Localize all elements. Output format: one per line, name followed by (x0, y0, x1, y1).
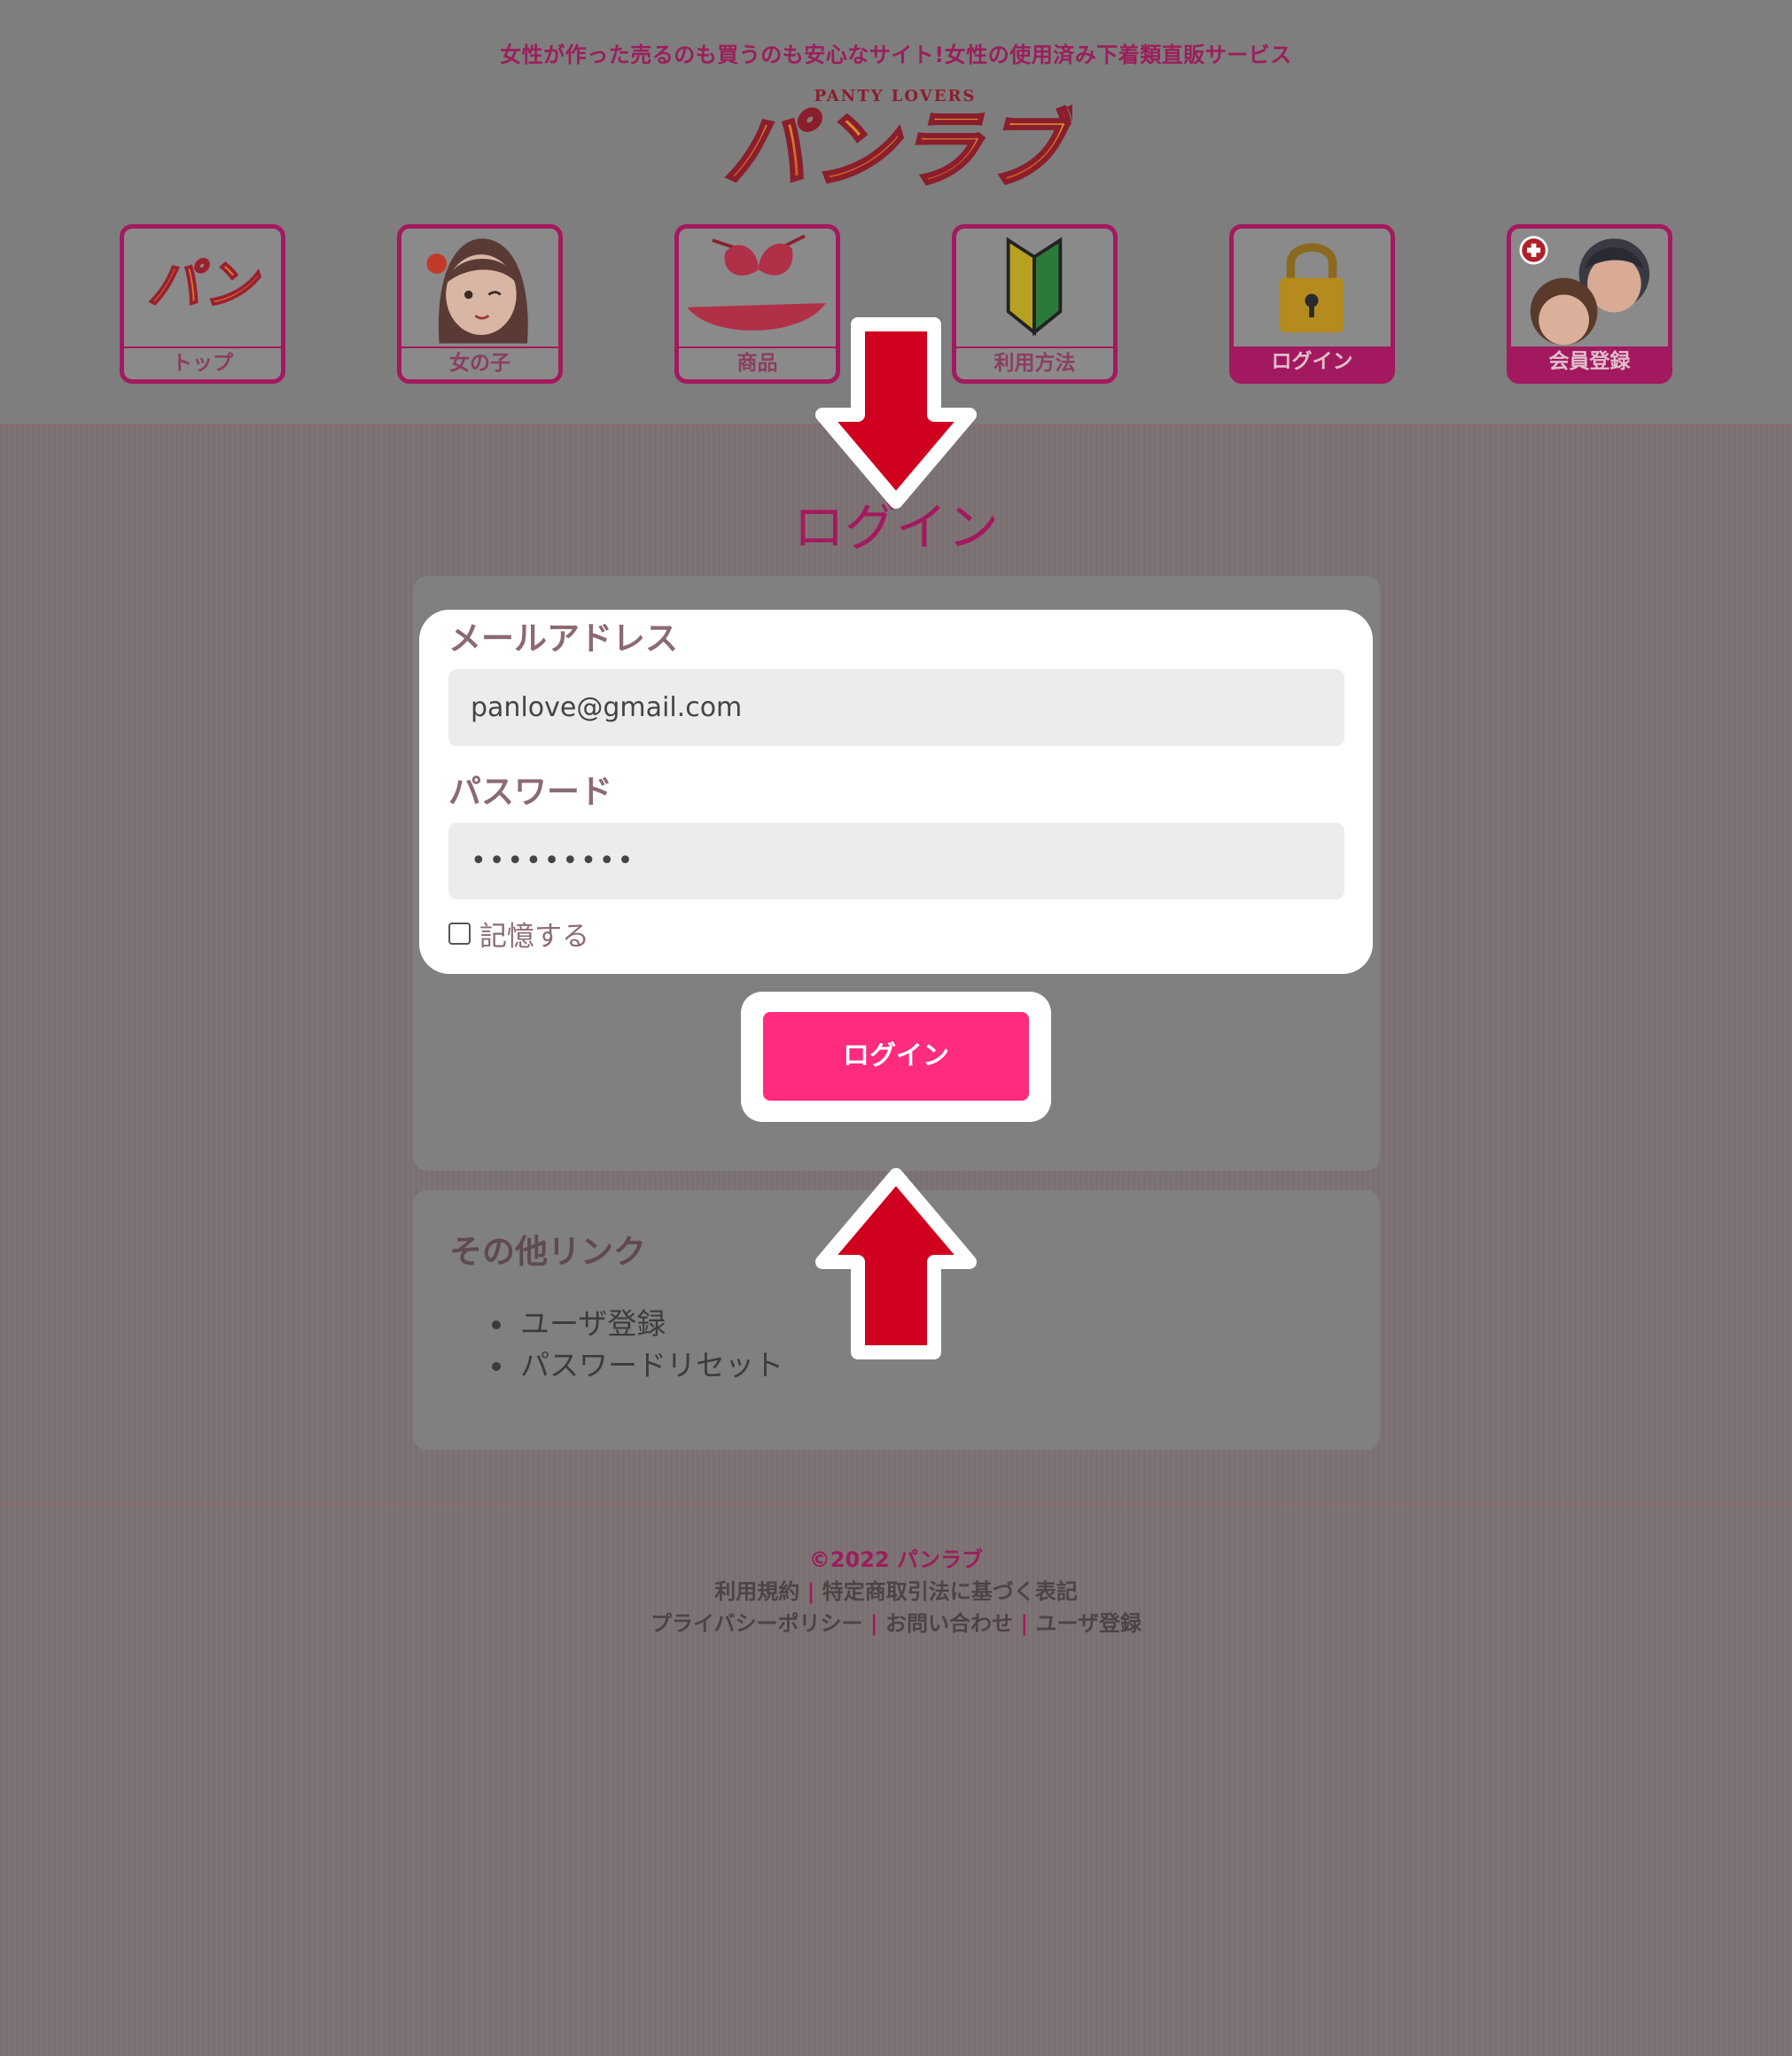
couple-plus-icon (1519, 236, 1650, 346)
footer-link-terms[interactable]: 利用規約 (714, 1579, 799, 1604)
link-user-register[interactable]: ユーザ登録 (492, 1303, 783, 1344)
nav-label: ログイン (1234, 347, 1391, 379)
remember-me[interactable]: 記憶する (448, 915, 589, 953)
link-password-reset[interactable]: パスワードリセット (492, 1344, 783, 1386)
email-label: メールアドレス (448, 619, 678, 658)
site-logo[interactable]: PANTY LOVERS パンラブ (718, 80, 1072, 195)
padlock-icon (1280, 243, 1344, 333)
girl-avatar-icon (426, 238, 528, 344)
logo-icon: パン (146, 253, 261, 317)
logo-main-text: パンラブ (723, 100, 1072, 195)
up-arrow-icon (815, 1168, 977, 1359)
footer-link-commerce-law[interactable]: 特定商取引法に基づく表記 (822, 1579, 1078, 1604)
footer-link-user-register[interactable]: ユーザ登録 (1035, 1611, 1141, 1636)
login-button-highlight: ログイン (741, 992, 1051, 1122)
down-arrow-icon (815, 317, 977, 509)
remember-checkbox[interactable] (448, 922, 471, 945)
nav-item-girls[interactable]: 女の子 (397, 224, 563, 384)
footer-links-row2: プライバシーポリシー | お問い合わせ | ユーザ登録 (0, 1606, 1792, 1637)
remember-label: 記憶する (479, 920, 589, 953)
nav-label: トップ (124, 347, 281, 379)
login-button[interactable]: ログイン (763, 1012, 1029, 1101)
footer-divider (0, 1503, 1792, 1505)
nav-label: 利用方法 (956, 347, 1113, 379)
nav-item-register[interactable]: 会員登録 (1507, 224, 1672, 384)
email-field[interactable]: panlove@gmail.com (448, 669, 1344, 746)
other-links-title: その他リンク (449, 1233, 646, 1271)
beginner-mark-icon (1006, 237, 1063, 337)
bikini-icon (687, 234, 826, 331)
footer-separator: | (869, 1611, 878, 1636)
password-field[interactable]: ••••••••• (448, 822, 1344, 900)
footer-link-contact[interactable]: お問い合わせ (885, 1611, 1013, 1636)
nav-item-login[interactable]: ログイン (1229, 224, 1395, 384)
login-form: メールアドレス panlove@gmail.com パスワード ••••••••… (419, 610, 1373, 974)
footer-link-privacy[interactable]: プライバシーポリシー (651, 1611, 863, 1636)
other-links-list: ユーザ登録 パスワードリセット (492, 1303, 783, 1386)
footer-copyright: ©2022 パンラブ (808, 1547, 984, 1572)
footer-separator: | (1020, 1611, 1029, 1636)
svg-text:パン: パン (147, 254, 261, 316)
password-label: パスワード (448, 773, 612, 811)
nav-label: 会員登録 (1511, 347, 1668, 379)
nav-item-top[interactable]: パン トップ (120, 224, 285, 384)
nav-label: 商品 (679, 347, 836, 379)
footer-separator: | (806, 1579, 815, 1604)
footer-links-row1: 利用規約 | 特定商取引法に基づく表記 (0, 1574, 1792, 1605)
nav-label: 女の子 (401, 347, 558, 379)
site-tagline: 女性が作った売るのも買うのも安心なサイト!女性の使用済み下着類直販サービス (500, 43, 1292, 67)
